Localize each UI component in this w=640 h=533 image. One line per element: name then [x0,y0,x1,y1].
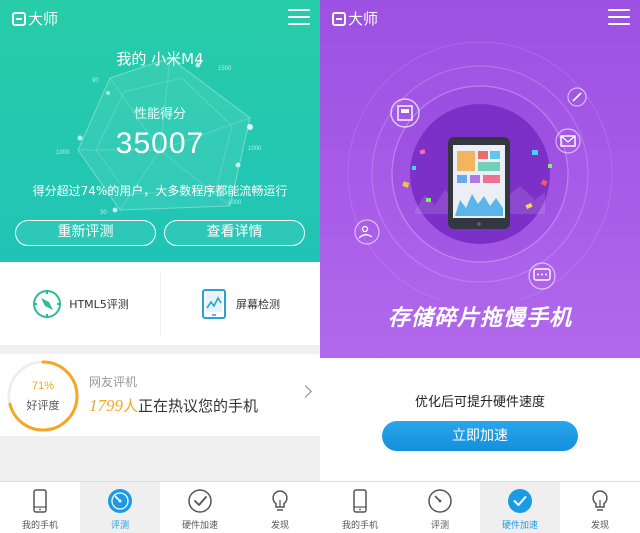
checkmark-icon [508,489,532,513]
rating-label: 好评度 [26,399,60,412]
score-hero: 1500 1000 1000 1000 30 90 大师 我的 小米M4 性能得… [0,0,320,262]
accel-hero: 大师 存储碎片拖慢手机 [320,0,640,358]
logo-text: 大师 [348,10,379,28]
discussion-unit: 人 [123,397,139,415]
compass-icon [33,290,62,318]
nav-evaluate[interactable]: 评测 [80,482,160,533]
nav-hardware-accel-label: 硬件加速 [181,521,218,531]
score-description: 得分超过74%的用户，大多数程序都能流畅运行 [32,184,288,198]
nav-hardware-accel[interactable]: 硬件加速 [160,482,240,533]
tool-row: HTML5评测 屏幕检测 [0,262,320,346]
app-logo: 大师 [12,8,58,29]
lightbulb-icon [272,490,288,511]
radar-tick: 1000 [228,200,242,206]
logo-mark-icon [12,11,26,26]
image-icon [354,219,380,245]
discussion-text: 正在热议您的手机 [138,397,259,415]
nav-hardware-accel-label: 硬件加速 [501,521,538,531]
screens-container: 1500 1000 1000 1000 30 90 大师 我的 小米M4 性能得… [0,0,640,533]
optimize-hint: 优化后可提升硬件速度 [414,395,545,410]
logo-text: 大师 [28,10,59,28]
score-label: 性能得分 [133,107,186,122]
chat-icon [528,262,556,290]
bottom-nav: 我的手机 评测 硬件加速 发现 [0,481,320,533]
nav-discover-label: 发现 [270,521,289,531]
html5-test-label: HTML5评测 [69,298,129,311]
lightbulb-icon [592,490,608,511]
performance-score: 35007 [115,127,205,160]
fragment-illustration [347,41,613,300]
speedometer-icon [108,489,132,513]
chevron-right-icon[interactable] [299,385,312,398]
device-title: 我的 小米M4 [116,50,204,68]
hardware-accel-screen: 大师 存储碎片拖慢手机 优化后可提升硬件速度 立即加速 我的手机 评测 硬件加速… [320,0,640,533]
speedometer-icon [428,489,452,513]
banner-title: 存储碎片拖慢手机 [387,306,572,331]
nav-discover[interactable]: 发现 [560,482,640,533]
radar-tick: 30 [100,210,107,216]
picture-icon [390,98,420,128]
benchmark-screen: 1500 1000 1000 1000 30 90 大师 我的 小米M4 性能得… [0,0,320,533]
nav-discover-label: 发现 [590,521,609,531]
app-logo: 大师 [332,8,378,29]
screen-check-button[interactable]: 屏幕检测 [160,262,320,346]
view-details-button[interactable]: 查看详情 [164,220,305,246]
phone-icon [33,489,47,513]
nav-my-phone[interactable]: 我的手机 [0,482,80,533]
menu-icon[interactable] [288,9,310,25]
discussion-count: 1799 [89,396,123,415]
radar-tick: 90 [92,78,99,84]
nav-evaluate-label: 评测 [430,521,449,531]
pencil-icon [567,87,587,107]
nav-my-phone-label: 我的手机 [21,521,58,531]
rating-percent: 71% [31,380,55,392]
section-gap [0,346,320,354]
screen-check-icon [202,289,226,319]
nav-my-phone[interactable]: 我的手机 [320,482,400,533]
nav-discover[interactable]: 发现 [240,482,320,533]
bottom-nav: 我的手机 评测 硬件加速 发现 [320,481,640,533]
retest-button[interactable]: 重新评测 [15,220,156,246]
phone-icon [353,489,367,513]
nav-evaluate[interactable]: 评测 [400,482,480,533]
user-rating-card[interactable]: 71% 好评度 网友评机 1799人正在热议您的手机 [0,354,320,436]
accelerate-now-button[interactable]: 立即加速 [382,421,578,451]
logo-mark-icon [332,11,346,26]
rating-title: 网友评机 [89,375,138,389]
rating-ring [7,360,79,432]
empty-area [0,436,320,481]
html5-test-button[interactable]: HTML5评测 [0,262,160,346]
nav-hardware-accel[interactable]: 硬件加速 [480,482,560,533]
screen-check-label: 屏幕检测 [236,298,280,311]
nav-evaluate-label: 评测 [110,521,129,531]
discussion-line: 1799人正在热议您的手机 [89,395,258,416]
checkmark-icon [188,489,212,513]
nav-my-phone-label: 我的手机 [341,521,378,531]
menu-icon[interactable] [608,9,630,25]
